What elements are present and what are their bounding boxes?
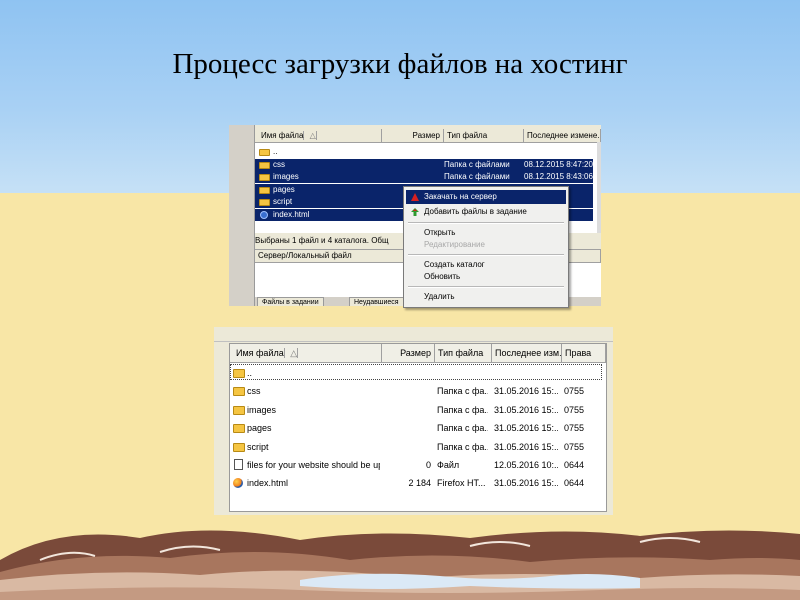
folder-icon (259, 186, 270, 194)
cell-date: 31.05.2016 15:... (494, 404, 558, 415)
cell-type: Папка с фа... (437, 441, 488, 452)
column-header-permissions[interactable]: Права (562, 344, 606, 362)
menu-item-edit[interactable]: Редактирование (406, 238, 566, 252)
text-file-icon (234, 459, 243, 470)
column-header-name[interactable]: Имя файла △ (230, 344, 382, 362)
table-row[interactable]: css Папка с фа... 31.05.2016 15:... 0755 (230, 382, 606, 400)
column-header-size[interactable]: Размер (382, 344, 435, 362)
cell-perm: 0755 (564, 441, 585, 452)
column-header-type[interactable]: Тип файла (435, 344, 492, 362)
folder-icon (233, 424, 245, 434)
cell-name: pages (247, 423, 272, 434)
cell-name: files for your website should be uplo... (247, 460, 380, 470)
tab-queued-files[interactable]: Файлы в задании (257, 297, 324, 306)
menu-separator (408, 222, 564, 224)
cell-size: 2 184 (408, 478, 431, 489)
cell-type: Папка с фа... (437, 423, 488, 434)
folder-icon (233, 442, 245, 452)
cell-name: pages (273, 184, 295, 194)
column-header-modified[interactable]: Последнее изм... (492, 344, 562, 362)
cell-perm: 0755 (564, 404, 585, 415)
cell-type: Папка с файлами (444, 159, 510, 169)
cell-size: 0 (425, 460, 431, 470)
cell-type: Папка с фа... (437, 404, 488, 415)
folder-icon (233, 405, 245, 415)
cell-date: 31.05.2016 15:... (494, 441, 558, 452)
folder-icon (259, 161, 270, 169)
menu-separator (408, 286, 564, 288)
cell-perm: 0644 (564, 478, 585, 489)
cell-name: script (247, 441, 269, 452)
context-menu: Закачать на сервер Добавить файлы в зада… (403, 186, 569, 308)
cell-name: css (247, 386, 261, 397)
menu-separator (408, 254, 564, 256)
cell-perm: 0755 (564, 386, 585, 397)
folder-icon (233, 387, 245, 397)
column-header-modified[interactable]: Последнее измене... (524, 129, 601, 142)
cell-name: .. (273, 147, 278, 156)
cell-date: 31.05.2016 15:... (494, 478, 558, 489)
folder-icon (259, 149, 270, 156)
table-row[interactable]: .. (230, 364, 606, 382)
folder-icon (259, 199, 270, 206)
cell-name: css (273, 159, 285, 169)
table-row[interactable]: images Папка с файлами 08.12.2015 8:43:06 (255, 171, 593, 183)
cell-type: Firefox HT... (437, 478, 486, 489)
menu-item-upload[interactable]: Закачать на сервер (406, 190, 566, 204)
cell-name: images (273, 172, 299, 181)
mountain-landscape-illustration (0, 530, 800, 600)
cell-date: 31.05.2016 15:... (494, 386, 558, 397)
table-row[interactable]: pages Папка с фа... 31.05.2016 15:... 0755 (230, 419, 606, 437)
table-row[interactable]: files for your website should be uplo...… (230, 456, 606, 474)
firefox-html-icon (233, 478, 243, 489)
table-row[interactable]: css Папка с файлами 08.12.2015 8:47:20 (255, 158, 593, 171)
column-header-size[interactable]: Размер (382, 129, 444, 142)
cell-perm: 0644 (564, 460, 585, 470)
menu-item-refresh[interactable]: Обновить (406, 270, 566, 284)
html-file-icon (260, 210, 268, 219)
cell-name: index.html (247, 478, 289, 489)
slide-title: Процесс загрузки файлов на хостинг (172, 48, 628, 80)
cell-type: Папка с фа... (437, 386, 488, 397)
file-list-header: Имя файла △ Размер Тип файла Последнее и… (255, 129, 601, 143)
menu-item-add-to-queue[interactable]: Добавить файлы в задание (406, 205, 566, 219)
column-header-type[interactable]: Тип файла (444, 129, 524, 142)
menu-item-delete[interactable]: Удалить (406, 290, 566, 304)
cell-name: images (247, 404, 277, 415)
table-row[interactable]: .. (255, 146, 601, 158)
table-row[interactable]: script Папка с фа... 31.05.2016 15:... 0755 (230, 438, 606, 456)
toolbar-strip (214, 327, 613, 342)
column-header-server-local-file[interactable]: Сервер/Локальный файл (255, 250, 405, 262)
cell-type: Папка с файлами (444, 172, 510, 181)
cell-name: script (273, 197, 293, 206)
tab-failed[interactable]: Неудавшиеся (349, 297, 404, 306)
add-queue-icon (411, 208, 419, 216)
ftp-client-window-result: Имя файла △ Размер Тип файла Последнее и… (214, 327, 613, 515)
cell-date: 08.12.2015 8:47:20 (524, 159, 593, 169)
cell-type: Файл (437, 460, 460, 470)
folder-icon (259, 174, 270, 181)
remote-file-list-result: Имя файла △ Размер Тип файла Последнее и… (229, 343, 607, 512)
folder-icon (233, 369, 245, 378)
cell-name: .. (247, 368, 253, 378)
table-row[interactable]: images Папка с фа... 31.05.2016 15:... 0755 (230, 401, 606, 419)
cell-date: 08.12.2015 8:43:06 (524, 172, 593, 181)
table-row[interactable]: index.html 2 184 Firefox HT... 31.05.2016 1… (230, 474, 606, 492)
cell-name: index.html (273, 209, 310, 219)
column-header-name[interactable]: Имя файла △ (255, 129, 382, 142)
upload-arrow-icon (411, 193, 419, 201)
scrollbar[interactable] (597, 142, 601, 233)
cell-perm: 0755 (564, 423, 585, 434)
cell-date: 12.05.2016 10:... (494, 460, 558, 470)
left-pane-edge (229, 125, 255, 306)
cell-date: 31.05.2016 15:... (494, 423, 558, 434)
file-list-header: Имя файла △ Размер Тип файла Последнее и… (230, 344, 606, 363)
